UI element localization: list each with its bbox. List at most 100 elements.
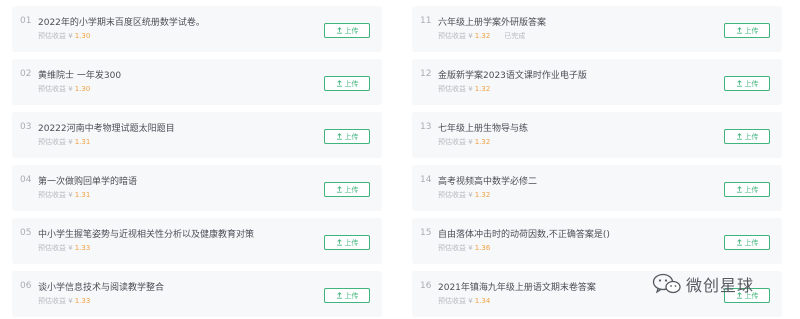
upload-button-label: 上传 — [344, 26, 359, 35]
earnings-label: 预估收益 ¥ — [38, 191, 73, 199]
upload-button[interactable]: 上传 — [324, 288, 370, 303]
task-list-left: 01 2022年的小学期末百度区统册数学试卷。 预估收益 ¥1.30 上传 02… — [12, 6, 382, 319]
task-index: 13 — [420, 122, 432, 132]
upload-button-label: 上传 — [344, 185, 359, 194]
earnings-value: 1.33 — [74, 244, 91, 252]
upload-icon — [736, 186, 742, 193]
earnings-value: 1.36 — [474, 244, 491, 252]
task-index: 14 — [420, 175, 432, 185]
task-meta: 预估收益 ¥1.32 — [438, 190, 490, 200]
upload-button-label: 上传 — [344, 79, 359, 88]
upload-button[interactable]: 上传 — [724, 76, 770, 91]
upload-button-label: 上传 — [744, 185, 759, 194]
upload-button[interactable]: 上传 — [724, 182, 770, 197]
task-meta: 预估收益 ¥1.31 — [38, 137, 90, 147]
upload-button-label: 上传 — [744, 238, 759, 247]
task-meta: 预估收益 ¥1.31 — [38, 190, 90, 200]
upload-button[interactable]: 上传 — [724, 23, 770, 38]
watermark: 微创星球 — [652, 272, 754, 296]
task-card: 12 金版新学案2023语文课时作业电子版 预估收益 ¥1.32 上传 — [412, 59, 782, 105]
task-title: 六年级上册学案外研版答案 — [438, 18, 547, 28]
task-title: 黄维院士 一年发300 — [38, 71, 122, 81]
task-title: 第一次做购回单学的暗语 — [38, 177, 138, 187]
earnings-value: 1.32 — [474, 191, 491, 199]
earnings-label: 预估收益 ¥ — [438, 297, 473, 305]
upload-icon — [736, 239, 742, 246]
task-index: 12 — [420, 69, 432, 79]
task-meta: 预估收益 ¥1.36 — [438, 243, 490, 253]
earnings-label: 预估收益 ¥ — [438, 244, 473, 252]
upload-button[interactable]: 上传 — [724, 129, 770, 144]
earnings-value: 1.32 — [474, 32, 491, 40]
earnings-value: 1.30 — [74, 85, 91, 93]
task-card: 03 20222河南中考物理试题太阳题目 预估收益 ¥1.31 上传 — [12, 112, 382, 158]
task-meta: 预估收益 ¥1.30 — [38, 31, 90, 41]
task-meta: 预估收益 ¥1.32 已完成 — [438, 31, 525, 41]
upload-button-label: 上传 — [744, 79, 759, 88]
upload-button-label: 上传 — [344, 132, 359, 141]
task-status: 已完成 — [504, 32, 526, 40]
earnings-label: 预估收益 ¥ — [38, 32, 73, 40]
task-index: 16 — [420, 281, 432, 291]
task-title: 2021年镇海九年级上册语文期末卷答案 — [438, 283, 596, 293]
task-card: 15 自由落体冲击时的动荷因数,不正确答案是() 预估收益 ¥1.36 上传 — [412, 218, 782, 264]
earnings-value: 1.31 — [74, 138, 91, 146]
earnings-label: 预估收益 ¥ — [438, 191, 473, 199]
earnings-value: 1.32 — [474, 138, 491, 146]
earnings-label: 预估收益 ¥ — [38, 85, 73, 93]
upload-button[interactable]: 上传 — [324, 76, 370, 91]
upload-icon — [736, 27, 742, 34]
task-meta: 预估收益 ¥1.33 — [38, 243, 90, 253]
document-task-page: 01 2022年的小学期末百度区统册数学试卷。 预估收益 ¥1.30 上传 02… — [0, 0, 800, 319]
task-title: 七年级上册生物导与练 — [438, 124, 529, 134]
task-index: 05 — [20, 228, 32, 238]
upload-icon — [336, 27, 342, 34]
earnings-label: 预估收益 ¥ — [438, 85, 473, 93]
task-card: 04 第一次做购回单学的暗语 预估收益 ¥1.31 上传 — [12, 165, 382, 211]
upload-button-label: 上传 — [344, 291, 359, 300]
task-card: 14 高考视频高中数学必修二 预估收益 ¥1.32 上传 — [412, 165, 782, 211]
task-meta: 预估收益 ¥1.30 — [38, 84, 90, 94]
upload-icon — [736, 133, 742, 140]
earnings-label: 预估收益 ¥ — [38, 297, 73, 305]
task-index: 04 — [20, 175, 32, 185]
task-title: 高考视频高中数学必修二 — [438, 177, 538, 187]
task-index: 02 — [20, 69, 32, 79]
task-meta: 预估收益 ¥1.32 — [438, 137, 490, 147]
task-title: 谈小学信息技术与阅读教学整合 — [38, 283, 165, 293]
upload-icon — [336, 80, 342, 87]
task-card: 06 谈小学信息技术与阅读教学整合 预估收益 ¥1.33 上传 — [12, 271, 382, 317]
task-card: 02 黄维院士 一年发300 预估收益 ¥1.30 上传 — [12, 59, 382, 105]
task-title: 自由落体冲击时的动荷因数,不正确答案是() — [438, 230, 610, 240]
upload-button[interactable]: 上传 — [324, 23, 370, 38]
earnings-value: 1.31 — [74, 191, 91, 199]
task-title: 金版新学案2023语文课时作业电子版 — [438, 71, 587, 81]
upload-button[interactable]: 上传 — [324, 129, 370, 144]
task-card: 13 七年级上册生物导与练 预估收益 ¥1.32 上传 — [412, 112, 782, 158]
upload-icon — [336, 292, 342, 299]
upload-button-label: 上传 — [344, 238, 359, 247]
earnings-value: 1.32 — [474, 85, 491, 93]
wechat-icon — [652, 273, 681, 294]
upload-button[interactable]: 上传 — [324, 235, 370, 250]
task-card: 01 2022年的小学期末百度区统册数学试卷。 预估收益 ¥1.30 上传 — [12, 6, 382, 52]
task-index: 15 — [420, 228, 432, 238]
earnings-label: 预估收益 ¥ — [38, 138, 73, 146]
upload-button[interactable]: 上传 — [724, 235, 770, 250]
upload-icon — [336, 133, 342, 140]
earnings-label: 预估收益 ¥ — [438, 138, 473, 146]
task-title: 2022年的小学期末百度区统册数学试卷。 — [38, 18, 205, 28]
upload-button-label: 上传 — [744, 26, 759, 35]
task-index: 01 — [20, 16, 32, 26]
earnings-value: 1.34 — [474, 297, 491, 305]
upload-button-label: 上传 — [744, 132, 759, 141]
task-title: 20222河南中考物理试题太阳题目 — [38, 124, 175, 134]
upload-button[interactable]: 上传 — [324, 182, 370, 197]
earnings-label: 预估收益 ¥ — [438, 32, 473, 40]
task-index: 06 — [20, 281, 32, 291]
task-card: 05 中小学生握笔姿势与近视相关性分析以及健康教育对策 预估收益 ¥1.33 上… — [12, 218, 382, 264]
task-meta: 预估收益 ¥1.32 — [438, 84, 490, 94]
upload-icon — [336, 239, 342, 246]
earnings-label: 预估收益 ¥ — [38, 244, 73, 252]
earnings-value: 1.33 — [74, 297, 91, 305]
